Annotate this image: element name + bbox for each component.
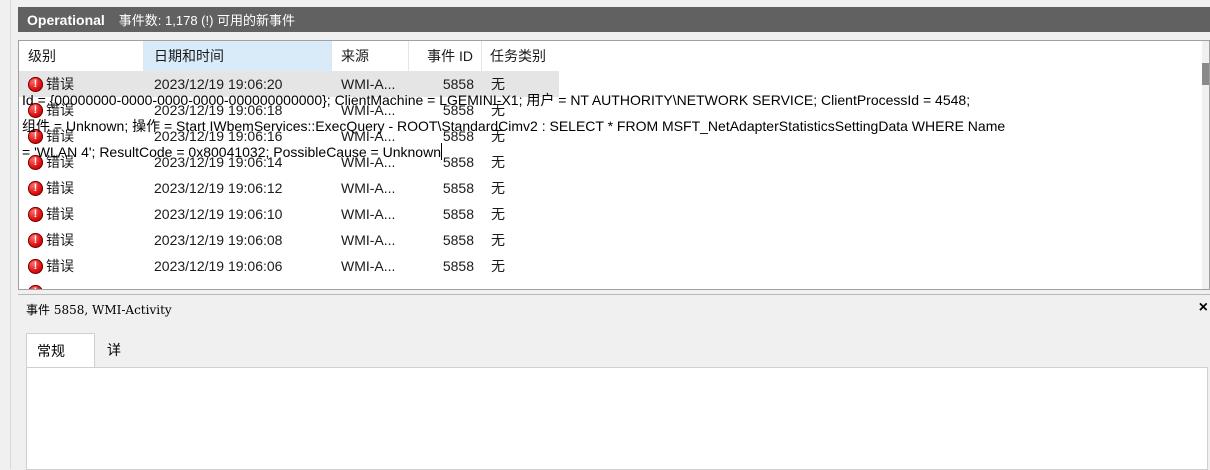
event-id-cell: 5858 [442, 258, 474, 274]
source-cell: WMI-A... [341, 180, 396, 196]
table-row[interactable]: ! 错误 2023/12/19 19:06:12 WMI-A... 5858 无 [19, 175, 1204, 201]
level-text: 错误 [46, 180, 74, 196]
event-detail-pane: 事件 5858, WMI-Activity × 常规 详细信息 [18, 294, 1210, 470]
level-text: 错误 [46, 258, 74, 274]
log-name: Operational [27, 11, 105, 28]
category-cell: 无 [491, 206, 505, 222]
level-text: 错误 [46, 232, 74, 248]
column-header-date[interactable]: 日期和时间 [144, 41, 332, 71]
table-row[interactable]: ! 错误 2023/12/19 19:06:08 WMI-A... 5858 无 [19, 227, 1204, 253]
category-cell: 无 [491, 258, 505, 274]
column-headers: 级别 日期和时间 来源 事件 ID 任务类别 [19, 41, 1209, 71]
event-message[interactable]: Id = {00000000-0000-0000-0000-0000000000… [22, 87, 1162, 165]
date-cell: 2023/12/19 19:06:06 [154, 258, 283, 274]
error-icon: ! [28, 284, 43, 289]
date-cell: 2023/12/19 19:06:10 [154, 206, 283, 222]
vertical-scrollbar[interactable] [1202, 41, 1209, 289]
level-text: 错误 [46, 206, 74, 222]
column-header-event-id[interactable]: 事件 ID [409, 41, 482, 71]
tab-general[interactable]: 常规 [26, 333, 95, 367]
column-header-category[interactable]: 任务类别 [482, 41, 562, 71]
close-icon[interactable]: × [1199, 299, 1208, 317]
event-list[interactable]: 级别 日期和时间 来源 事件 ID 任务类别 ! 错误 2023/12/19 19… [18, 40, 1210, 290]
log-header-bar: Operational 事件数: 1,178 (!) 可用的新事件 [18, 7, 1210, 32]
error-icon: ! [28, 232, 43, 248]
table-row-partial[interactable]: ! [19, 279, 1204, 289]
date-cell: 2023/12/19 19:06:08 [154, 232, 283, 248]
source-cell: WMI-A... [341, 206, 396, 222]
category-cell: 无 [491, 232, 505, 248]
column-header-source[interactable]: 来源 [332, 41, 409, 71]
detail-title: 事件 5858, WMI-Activity [26, 303, 172, 317]
event-id-cell: 5858 [442, 232, 474, 248]
left-gutter [0, 0, 11, 469]
scrollbar-thumb[interactable] [1202, 63, 1209, 85]
category-cell: 无 [491, 180, 505, 196]
table-row[interactable]: ! 错误 2023/12/19 19:06:10 WMI-A... 5858 无 [19, 201, 1204, 227]
message-line: 组件 = Unknown; 操作 = Start IWbemServices::… [22, 118, 1006, 134]
error-icon: ! [28, 258, 43, 274]
message-line: Id = {00000000-0000-0000-0000-0000000000… [22, 92, 971, 108]
error-icon: ! [28, 180, 43, 196]
date-cell: 2023/12/19 19:06:12 [154, 180, 283, 196]
table-row[interactable]: ! 错误 2023/12/19 19:06:06 WMI-A... 5858 无 [19, 253, 1204, 279]
text-caret [440, 143, 442, 160]
source-cell: WMI-A... [341, 258, 396, 274]
event-id-cell: 5858 [442, 180, 474, 196]
message-line: = 'WLAN 4'; ResultCode = 0x80041032; Pos… [22, 144, 441, 160]
error-icon: ! [28, 206, 43, 222]
column-header-level[interactable]: 级别 [19, 41, 144, 71]
source-cell: WMI-A... [341, 232, 396, 248]
event-id-cell: 5858 [442, 206, 474, 222]
tab-details[interactable]: 详细信息 [97, 333, 131, 460]
event-count: 事件数: 1,178 (!) 可用的新事件 [118, 13, 296, 28]
message-box[interactable] [26, 367, 1208, 470]
